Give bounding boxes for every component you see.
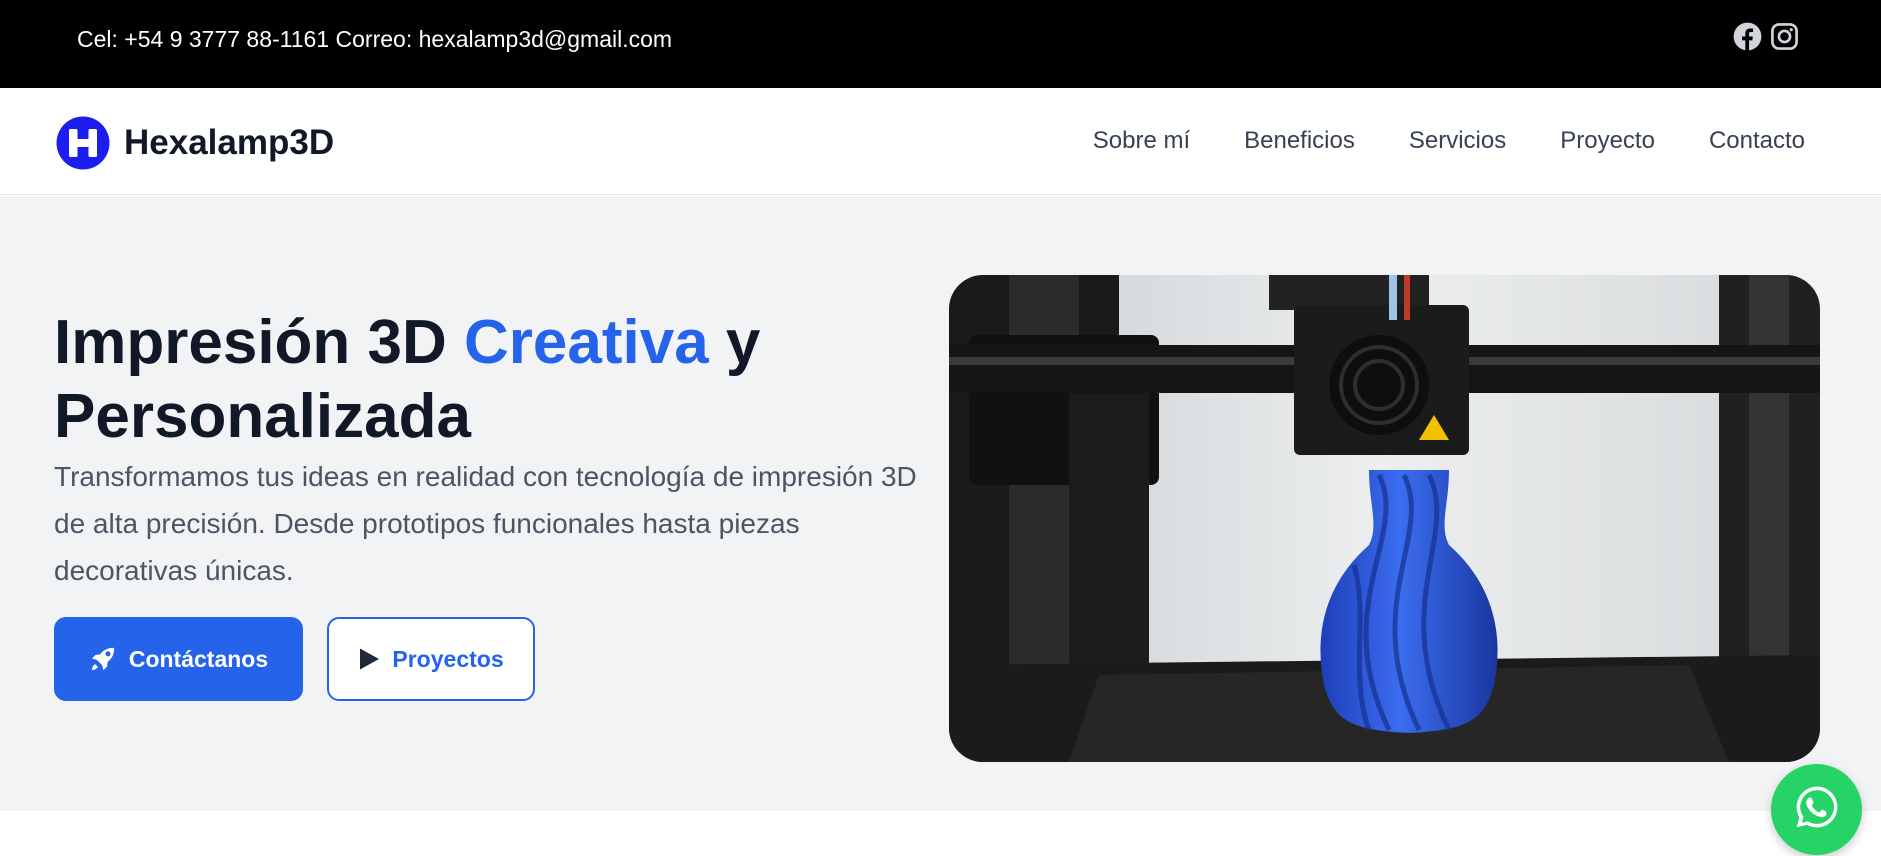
whatsapp-icon <box>1792 782 1842 837</box>
social-links <box>1733 22 1799 51</box>
projects-button-label: Proyectos <box>392 645 504 672</box>
projects-button[interactable]: Proyectos <box>327 617 535 701</box>
nav-links: Sobre mí Beneficios Servicios Proyecto C… <box>1093 126 1805 156</box>
brand-name: Hexalamp3D <box>124 123 335 162</box>
rocket-icon <box>89 645 117 673</box>
nav-link-servicios[interactable]: Servicios <box>1409 126 1506 156</box>
nav-link-proyecto[interactable]: Proyecto <box>1560 126 1655 156</box>
brand[interactable]: Hexalamp3D <box>56 116 334 170</box>
top-contact-bar: Cel: +54 9 3777 88-1161 Correo: hexalamp… <box>0 0 1881 88</box>
nav-link-beneficios[interactable]: Beneficios <box>1244 126 1355 156</box>
hero-title-part1: Impresión 3D <box>54 308 464 377</box>
contact-button-label: Contáctanos <box>128 645 269 672</box>
hero-section: Impresión 3D Creativa y Personalizada Tr… <box>0 196 1881 811</box>
main-navbar: Hexalamp3D Sobre mí Beneficios Servicios… <box>0 88 1881 195</box>
contact-info: Cel: +54 9 3777 88-1161 Correo: hexalamp… <box>77 26 673 52</box>
hexalamp-logo-icon <box>56 116 110 170</box>
hero-title-accent: Creativa <box>464 308 709 377</box>
instagram-icon[interactable] <box>1770 22 1799 51</box>
nav-link-contacto[interactable]: Contacto <box>1709 126 1805 156</box>
contact-button[interactable]: Contáctanos <box>54 617 303 701</box>
play-icon <box>358 647 380 671</box>
hero-title: Impresión 3D Creativa y Personalizada <box>54 306 894 454</box>
hero-subtitle: Transformamos tus ideas en realidad con … <box>54 461 917 586</box>
whatsapp-button[interactable] <box>1771 764 1862 855</box>
hero-image-3d-printer <box>949 275 1820 762</box>
facebook-icon[interactable] <box>1733 22 1762 51</box>
nav-link-sobre-mi[interactable]: Sobre mí <box>1093 126 1190 156</box>
